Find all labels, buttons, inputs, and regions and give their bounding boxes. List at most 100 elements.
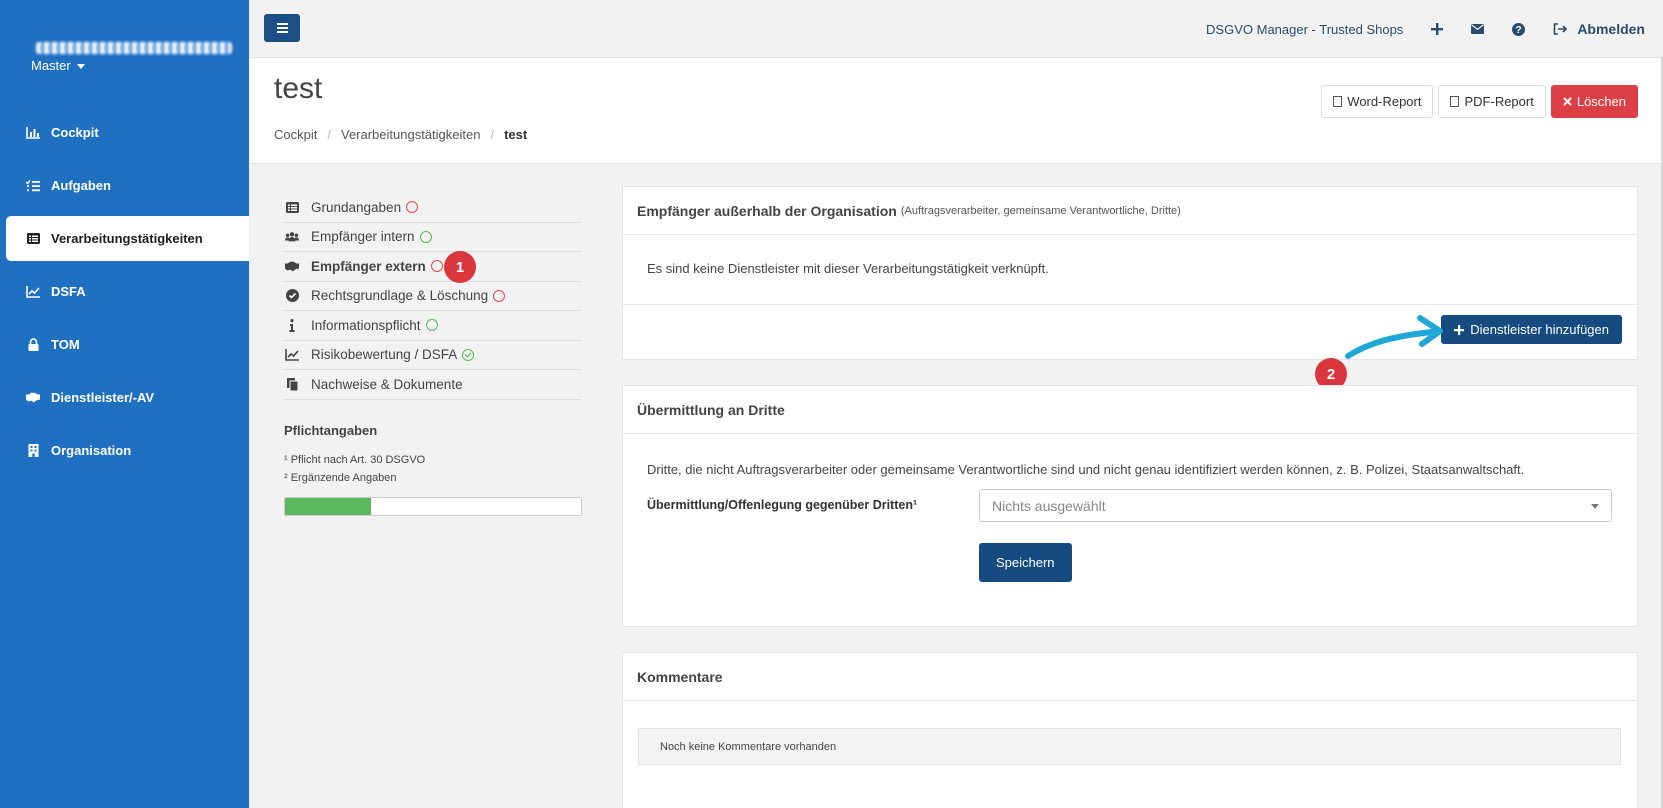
panel-subtitle: (Auftragsverarbeiter, gemeinsame Verantw… xyxy=(900,204,1181,217)
step-grundangaben[interactable]: Grundangaben xyxy=(283,193,582,223)
handshake-icon xyxy=(26,391,40,405)
hamburger-icon xyxy=(276,23,288,25)
step-empfaenger-intern[interactable]: Empfänger intern xyxy=(283,223,582,252)
delete-button[interactable]: Löschen xyxy=(1550,85,1638,118)
tenant-label: Master xyxy=(31,58,71,73)
sign-out-icon xyxy=(1554,23,1568,35)
comments-panel: Kommentare Noch keine Kommentare vorhand… xyxy=(622,652,1638,808)
panel-title: Übermittlung an Dritte xyxy=(637,401,785,418)
check-circle-icon xyxy=(285,289,299,303)
breadcrumb-verarbeitungstaetigkeiten[interactable]: Verarbeitungstätigkeiten xyxy=(341,127,480,142)
chart-line-icon xyxy=(26,285,40,299)
plus-icon[interactable] xyxy=(1431,23,1444,35)
handshake-icon xyxy=(285,261,299,272)
sidebar-item-label: Dienstleister/-AV xyxy=(51,390,155,405)
step-label: Empfänger extern xyxy=(311,258,426,274)
status-done-icon xyxy=(462,348,475,361)
topbar-actions: DSGVO Manager - Trusted Shops ? Abmelden xyxy=(1206,0,1645,58)
third-party-field-label: Übermittlung/Offenlegung gegenüber Dritt… xyxy=(647,498,918,512)
select-value: Nichts ausgewählt xyxy=(992,497,1106,514)
sidebar-item-cockpit[interactable]: Cockpit xyxy=(0,110,249,155)
word-report-button[interactable]: Word-Report xyxy=(1321,85,1434,118)
status-incomplete-icon xyxy=(430,260,443,273)
logout-link[interactable]: Abmelden xyxy=(1553,21,1645,37)
copy-icon xyxy=(285,377,299,391)
annotation-arrow xyxy=(1345,315,1443,359)
caret-down-icon xyxy=(1591,504,1599,509)
step-label: Nachweise & Dokumente xyxy=(311,376,463,392)
sidebar-nav: Cockpit Aufgaben Verarbeitungstätigkeite… xyxy=(0,110,249,481)
external-recipients-panel: Empfänger außerhalb der Organisation (Au… xyxy=(622,186,1638,360)
annotation-badge-1: 1 xyxy=(444,251,476,283)
list-icon xyxy=(285,201,299,213)
progress-fill xyxy=(285,498,371,515)
app-name-link[interactable]: DSGVO Manager - Trusted Shops xyxy=(1206,22,1403,37)
svg-text:?: ? xyxy=(1516,25,1522,36)
sidebar-item-aufgaben[interactable]: Aufgaben xyxy=(0,163,249,208)
step-label: Rechtsgrundlage & Löschung xyxy=(311,288,489,304)
sidebar-item-label: Organisation xyxy=(51,443,132,458)
add-service-provider-button[interactable]: Dienstleister hinzufügen xyxy=(1441,315,1622,344)
list-alt-icon xyxy=(26,232,40,246)
panel-title: Empfänger außerhalb der Organisation xyxy=(637,202,897,219)
pdf-report-button[interactable]: PDF-Report xyxy=(1438,85,1546,118)
step-empfaenger-extern[interactable]: Empfänger extern xyxy=(283,252,582,282)
page-title: test xyxy=(274,72,323,105)
panel-title: Kommentare xyxy=(637,668,723,685)
menu-toggle-button[interactable] xyxy=(264,14,300,42)
comments-empty-state: Noch keine Kommentare vorhanden xyxy=(638,728,1621,765)
pdf-report-label: PDF-Report xyxy=(1464,94,1534,109)
third-party-select[interactable]: Nichts ausgewählt xyxy=(979,489,1612,522)
status-complete-icon xyxy=(419,230,432,243)
sidebar-item-label: Aufgaben xyxy=(51,178,111,193)
panel-header: Empfänger außerhalb der Organisation (Au… xyxy=(623,187,1637,235)
sidebar-item-tom[interactable]: TOM xyxy=(0,322,249,367)
file-pdf-icon xyxy=(1450,96,1460,107)
sidebar-item-label: Verarbeitungstätigkeiten xyxy=(51,231,203,246)
chart-bar-icon xyxy=(26,126,40,140)
envelope-icon[interactable] xyxy=(1471,24,1485,34)
sidebar: Master Cockpit Aufgaben Verarbeitungstät… xyxy=(0,0,249,808)
requirements-footnote-1: ¹ Pflicht nach Art. 30 DSGVO xyxy=(284,454,426,466)
sidebar-item-label: DSFA xyxy=(51,284,86,299)
lock-icon xyxy=(26,338,40,352)
sidebar-item-verarbeitungstaetigkeiten[interactable]: Verarbeitungstätigkeiten xyxy=(6,216,249,261)
status-complete-icon xyxy=(425,319,438,332)
requirements-footnote-2: ² Ergänzende Angaben xyxy=(284,472,397,484)
step-navigation: Grundangaben Empfänger intern Empfänger … xyxy=(283,193,582,400)
sidebar-item-label: Cockpit xyxy=(51,125,99,140)
breadcrumb-cockpit[interactable]: Cockpit xyxy=(274,127,317,142)
step-nachweise[interactable]: Nachweise & Dokumente xyxy=(283,370,582,400)
sidebar-item-dienstleister[interactable]: Dienstleister/-AV xyxy=(0,375,249,420)
empty-state-text: Es sind keine Dienstleister mit dieser V… xyxy=(623,235,1637,305)
breadcrumb: Cockpit / Verarbeitungstätigkeiten / tes… xyxy=(274,127,528,142)
file-word-icon xyxy=(1333,96,1343,107)
third-party-transfer-panel: Übermittlung an Dritte Dritte, die nicht… xyxy=(622,385,1638,627)
step-risikobewertung[interactable]: Risikobewertung / DSFA xyxy=(283,341,582,370)
header-actions: Word-Report PDF-Report Löschen xyxy=(1321,85,1638,118)
help-icon[interactable]: ? xyxy=(1512,22,1526,36)
panel-header: Übermittlung an Dritte xyxy=(623,386,1637,434)
step-label: Grundangaben xyxy=(311,199,402,215)
times-icon xyxy=(1563,97,1572,106)
requirements-title: Pflichtangaben xyxy=(284,423,378,438)
status-incomplete-icon xyxy=(493,289,506,302)
panel-header: Kommentare xyxy=(623,653,1637,701)
step-label: Risikobewertung / DSFA xyxy=(311,347,458,363)
status-incomplete-icon xyxy=(406,201,419,214)
logout-label: Abmelden xyxy=(1577,21,1645,37)
building-icon xyxy=(26,444,40,458)
save-button[interactable]: Speichern xyxy=(979,543,1072,582)
add-service-provider-label: Dienstleister hinzufügen xyxy=(1470,322,1609,337)
users-icon xyxy=(285,231,299,242)
sidebar-item-dsfa[interactable]: DSFA xyxy=(0,269,249,314)
word-report-label: Word-Report xyxy=(1347,94,1422,109)
tasks-icon xyxy=(26,179,40,193)
step-informationspflicht[interactable]: Informationspflicht xyxy=(283,311,582,341)
step-rechtsgrundlage[interactable]: Rechtsgrundlage & Löschung xyxy=(283,282,582,311)
step-label: Empfänger intern xyxy=(311,229,415,245)
tenant-selector[interactable]: Master xyxy=(31,58,85,73)
sidebar-item-organisation[interactable]: Organisation xyxy=(0,428,249,473)
chart-line-icon xyxy=(285,348,299,361)
panel-description: Dritte, die nicht Auftragsverarbeiter od… xyxy=(647,462,1525,477)
